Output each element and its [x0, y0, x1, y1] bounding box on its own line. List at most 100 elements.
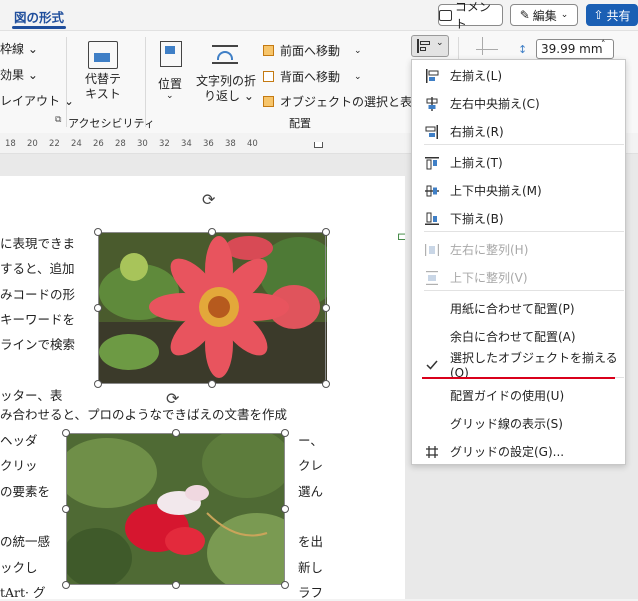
text-line: クレ: [298, 458, 324, 474]
resize-handle[interactable]: [94, 380, 102, 388]
effects-label: 効果: [0, 68, 25, 82]
text-line: ックし: [0, 559, 38, 575]
resize-handle[interactable]: [94, 304, 102, 312]
menu-item-label: グリッド線の表示(S): [450, 417, 563, 431]
menu-item[interactable]: 上揃え(T): [412, 149, 625, 176]
text-line: みコードの形: [0, 286, 76, 302]
width-spinner[interactable]: 39.99 mm ˄: [536, 39, 614, 59]
menu-item-label: グリッドの設定(G)...: [450, 445, 565, 459]
ruler-tick-label: 30: [137, 139, 148, 149]
resize-handle[interactable]: [208, 380, 216, 388]
send-backward-button[interactable]: 背面へ移動 ⌄: [263, 68, 362, 85]
accessibility-group-label: アクセシビリティ: [68, 117, 155, 130]
rotate-handle-icon[interactable]: ⟳: [202, 190, 215, 209]
resize-handle[interactable]: [94, 228, 102, 236]
resize-handle[interactable]: [322, 380, 330, 388]
text-line: キーワードを: [0, 311, 76, 327]
chevron-down-icon: ⌄: [560, 10, 569, 20]
text-line: ッター、表: [0, 387, 63, 403]
selection-pane-label: オブジェクトの選択と表示: [280, 95, 425, 109]
spin-up-icon[interactable]: ˄: [601, 40, 606, 50]
layout-options-icon[interactable]: ⊏: [397, 230, 409, 243]
resize-handle[interactable]: [171, 429, 180, 437]
width-value: 39.99 mm: [541, 42, 603, 56]
ruler-tick-label: 26: [93, 139, 104, 149]
arrange-group-label: 配置: [289, 117, 311, 130]
resize-handle[interactable]: [62, 429, 70, 437]
position-icon: [160, 41, 182, 67]
bring-forward-icon: [263, 45, 274, 56]
layout-dropdown[interactable]: レイアウト ⌄: [0, 92, 74, 109]
resize-handle[interactable]: [281, 581, 289, 589]
menu-item[interactable]: 余白に合わせて配置(A): [412, 323, 625, 350]
menu-item[interactable]: 選択したオブジェクトを揃える(O): [412, 351, 625, 380]
selection-border: [66, 433, 285, 585]
text-line: クリッ: [0, 458, 38, 474]
menu-item[interactable]: グリッド線の表示(S): [412, 410, 625, 437]
resize-handle[interactable]: [322, 304, 330, 312]
border-dropdown[interactable]: 枠線 ⌄: [0, 40, 38, 57]
ruler-tick-label: 38: [225, 139, 236, 149]
wrap-text-button[interactable]: 文字列の折 り返し ⌄: [196, 74, 256, 104]
menu-item[interactable]: グリッドの設定(G)...: [412, 438, 625, 465]
ruler-tick-label: 18: [5, 139, 16, 149]
distribute-vertical-icon: [424, 270, 440, 286]
checkmark-icon: [424, 357, 440, 373]
resize-handle[interactable]: [171, 581, 180, 589]
chevron-down-icon: ⌄: [436, 38, 444, 48]
wrap-text-label-2: り返し ⌄: [204, 89, 254, 103]
bring-forward-label: 前面へ移動: [280, 44, 341, 58]
effects-dropdown[interactable]: 効果 ⌄: [0, 66, 38, 83]
text-line: tArt· グ: [0, 584, 46, 600]
resize-handle[interactable]: [322, 228, 330, 236]
edit-mode-button[interactable]: ✎ 編集 ⌄: [510, 4, 578, 26]
menu-item-label: 右揃え(R): [450, 125, 504, 139]
menu-item[interactable]: 上下中央揃え(M): [412, 177, 625, 204]
tab-picture-format[interactable]: 図の形式: [14, 7, 64, 26]
rotate-handle-icon[interactable]: ⟳: [166, 389, 179, 408]
comment-button[interactable]: コメント: [438, 0, 503, 31]
alt-text-button[interactable]: 代替テ キスト: [80, 72, 126, 102]
text-line: すると、追加: [0, 261, 75, 277]
distribute-horizontal-icon: [424, 242, 440, 258]
menu-item-label: 余白に合わせて配置(A): [450, 330, 576, 344]
ruler-tick-label: 36: [203, 139, 214, 149]
align-button[interactable]: ⌄: [411, 35, 449, 57]
share-icon: ⇧: [593, 8, 604, 22]
chevron-down-icon: ⌄: [166, 91, 174, 101]
bring-forward-button[interactable]: 前面へ移動 ⌄: [263, 42, 362, 59]
crop-icon[interactable]: [476, 37, 502, 57]
share-button-label: 共有: [606, 8, 631, 23]
position-button[interactable]: 位置: [158, 75, 182, 92]
menu-item[interactable]: 右揃え(R): [412, 118, 625, 145]
menu-item: 左右に整列(H): [412, 236, 625, 263]
alt-text-label-1: 代替テ: [84, 72, 121, 86]
menu-item[interactable]: 配置ガイドの使用(U): [412, 382, 625, 409]
resize-handle[interactable]: [62, 505, 70, 513]
align-middle-icon: [424, 183, 440, 199]
alt-text-icon: [88, 41, 118, 69]
grid-icon: [424, 444, 440, 460]
selection-pane-button[interactable]: オブジェクトの選択と表示: [263, 93, 424, 110]
ruler-indent-marker[interactable]: [314, 142, 323, 148]
resize-handle[interactable]: [281, 505, 289, 513]
menu-item[interactable]: 用紙に合わせて配置(P): [412, 295, 625, 322]
menu-item[interactable]: 左右中央揃え(C): [412, 90, 625, 117]
resize-handle[interactable]: [281, 429, 289, 437]
text-line: に表現できま: [0, 236, 76, 251]
alt-text-label-2: キスト: [85, 87, 121, 101]
ruler-tick-label: 28: [115, 139, 126, 149]
dialog-launcher-icon[interactable]: ⧉: [55, 115, 61, 125]
resize-handle[interactable]: [62, 581, 70, 589]
menu-item[interactable]: 下揃え(B): [412, 205, 625, 232]
share-button[interactable]: ⇧ 共有: [586, 4, 638, 26]
border-label: 枠線: [0, 42, 25, 56]
align-center-icon: [424, 96, 440, 112]
text-line: ー、: [298, 433, 323, 448]
menu-item-label: 用紙に合わせて配置(P): [450, 302, 575, 316]
menu-item[interactable]: 左揃え(L): [412, 62, 625, 89]
resize-handle[interactable]: [208, 228, 216, 236]
send-backward-icon: [263, 71, 274, 82]
group-divider: [145, 37, 146, 127]
group-divider: [66, 37, 67, 127]
